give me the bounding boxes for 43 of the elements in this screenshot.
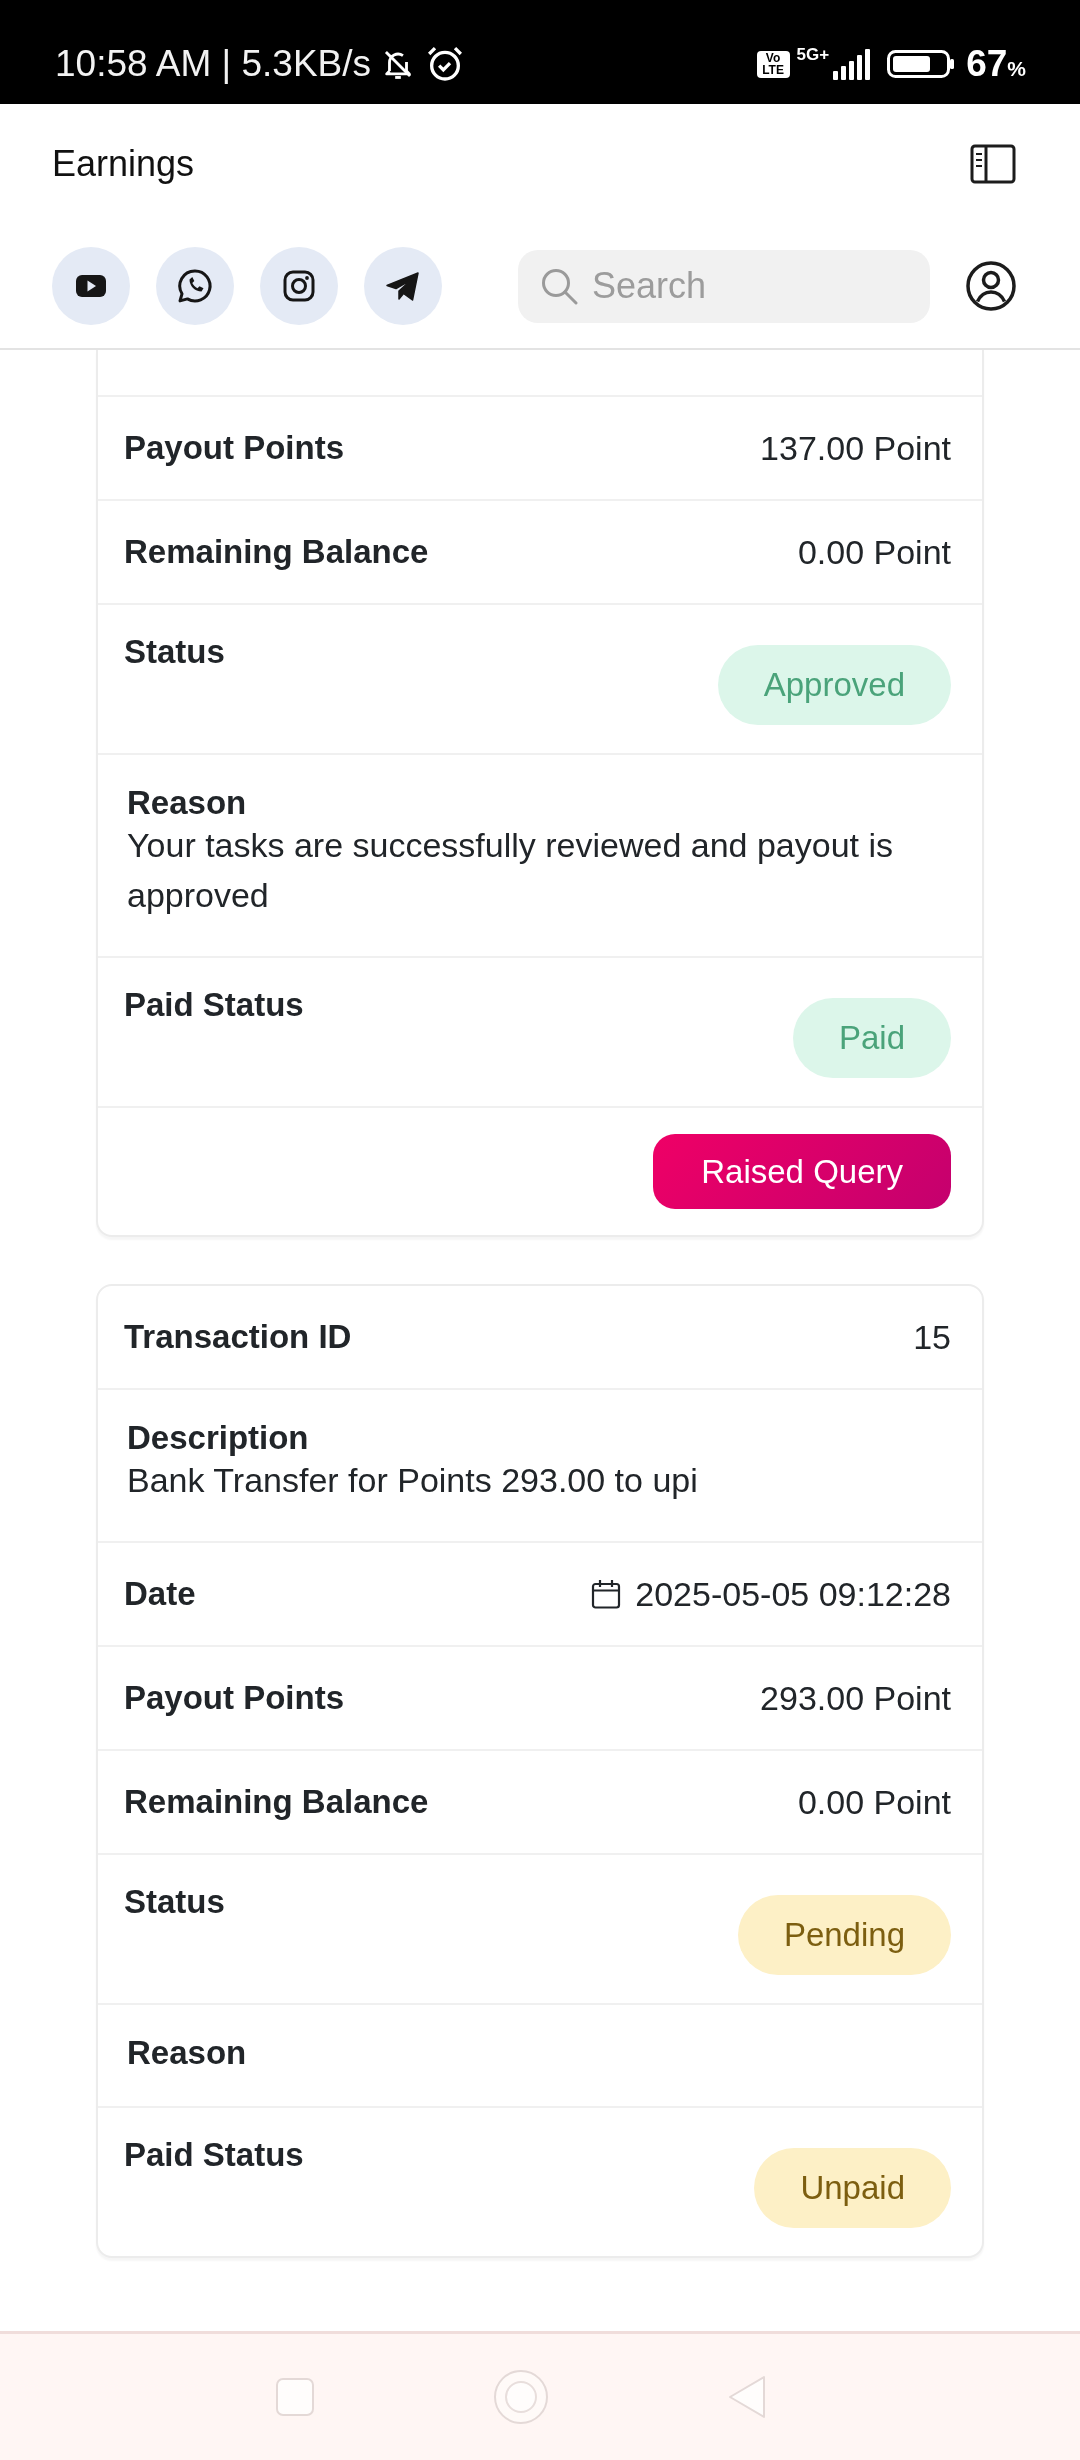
status-badge: Pending <box>737 1895 951 1975</box>
field-value: 0.00 Point <box>797 535 951 569</box>
calendar-icon <box>591 1579 622 1609</box>
status-badge: Unpaid <box>754 2148 951 2228</box>
field-label: Payout Points <box>124 1681 345 1715</box>
field-value: 293.00 Point <box>760 1681 951 1715</box>
field-value: 15 <box>913 1320 951 1354</box>
user-circle-icon[interactable] <box>966 261 1016 311</box>
battery-icon <box>887 50 956 78</box>
signal-bars-icon <box>833 48 871 80</box>
field-label: Status <box>124 1885 225 1919</box>
field-value: 2025-05-05 09:12:28 <box>635 1577 951 1611</box>
battery-percent: 67 <box>966 43 1008 85</box>
field-label: Status <box>124 635 225 669</box>
field-label: Reason <box>127 786 248 820</box>
field-label: Transaction ID <box>124 1320 352 1354</box>
page-title: Earnings <box>52 143 195 185</box>
status-text: 10:58 AM | 5.3KB/s <box>55 43 372 85</box>
camera-icon[interactable] <box>260 247 338 325</box>
detail-text: Your tasks are successfully reviewed and payout is approved <box>127 825 895 916</box>
field-value: 0.00 Point <box>797 1785 951 1819</box>
field-value: 137.00 Point <box>760 431 951 465</box>
field-label: Date <box>124 1577 196 1611</box>
field-label: Remaining Balance <box>124 535 429 569</box>
volte-badge: Vo LTE <box>756 50 790 78</box>
network-type-label: 5G+ <box>796 45 830 65</box>
field-label: Paid Status <box>124 2138 304 2172</box>
sidebar-icon[interactable] <box>970 144 1016 184</box>
detail-text: Bank Transfer for Points 293.00 to upi <box>127 1460 699 1501</box>
field-label: Payout Points <box>124 431 345 465</box>
query-button[interactable]: Raised Query <box>653 1134 951 1209</box>
field-label: Reason <box>127 2036 248 2070</box>
status-badge: Approved <box>717 645 951 725</box>
chat-bubble-icon[interactable] <box>156 247 234 325</box>
search-icon <box>540 266 578 305</box>
field-label: Remaining Balance <box>124 1785 429 1819</box>
percent-sign: % <box>1007 57 1026 81</box>
status-badge: Paid <box>792 998 951 1078</box>
search-field[interactable]: Search <box>518 249 930 323</box>
field-label: Description <box>127 1421 310 1455</box>
paper-plane-icon[interactable] <box>364 247 442 325</box>
field-label: Paid Status <box>124 988 304 1022</box>
play-icon[interactable] <box>52 247 130 325</box>
